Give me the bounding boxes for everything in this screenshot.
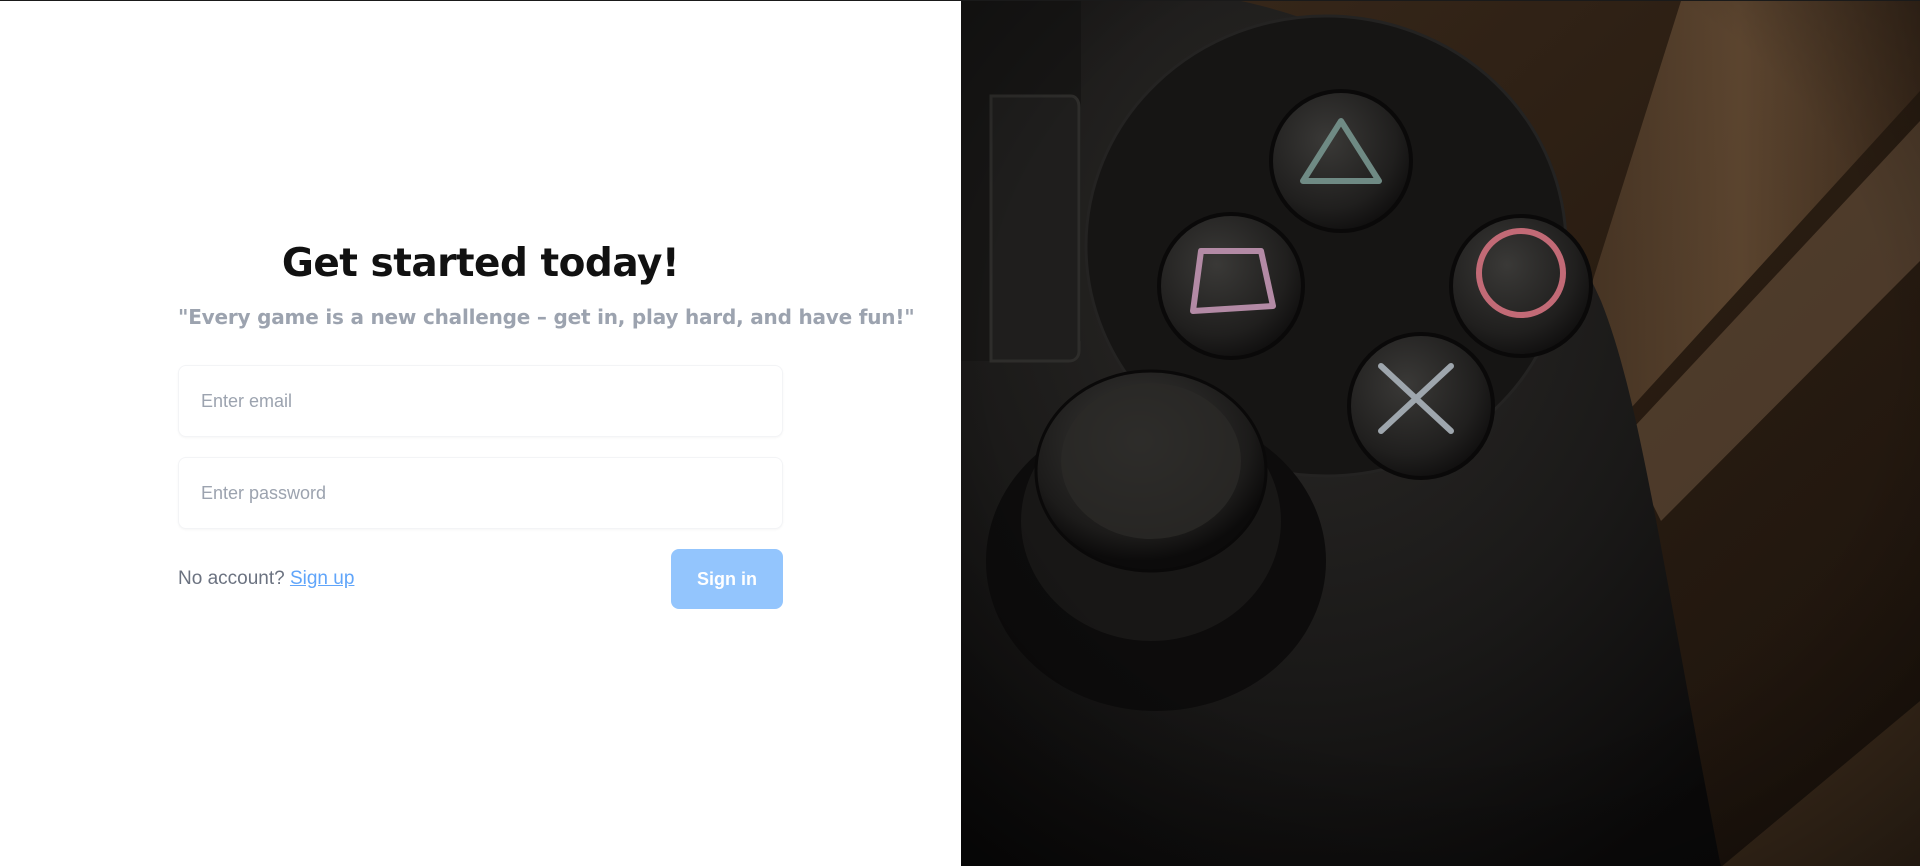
- login-form: Get started today! "Every game is a new …: [178, 239, 915, 609]
- login-panel: Get started today! "Every game is a new …: [0, 1, 961, 866]
- hero-image: [961, 1, 1920, 866]
- login-page: Get started today! "Every game is a new …: [0, 0, 1920, 866]
- no-account-label: No account?: [178, 568, 290, 589]
- signup-prompt: No account? Sign up: [178, 568, 354, 590]
- password-field[interactable]: [178, 457, 783, 529]
- page-title: Get started today!: [281, 241, 680, 286]
- tagline: "Every game is a new challenge – get in,…: [178, 305, 915, 329]
- form-actions: No account? Sign up Sign in: [178, 549, 783, 609]
- signup-link[interactable]: Sign up: [290, 568, 354, 589]
- email-field[interactable]: [178, 365, 783, 437]
- controller-photo: [961, 1, 1920, 866]
- vignette-overlay: [961, 1, 1920, 866]
- signin-button[interactable]: Sign in: [671, 549, 783, 609]
